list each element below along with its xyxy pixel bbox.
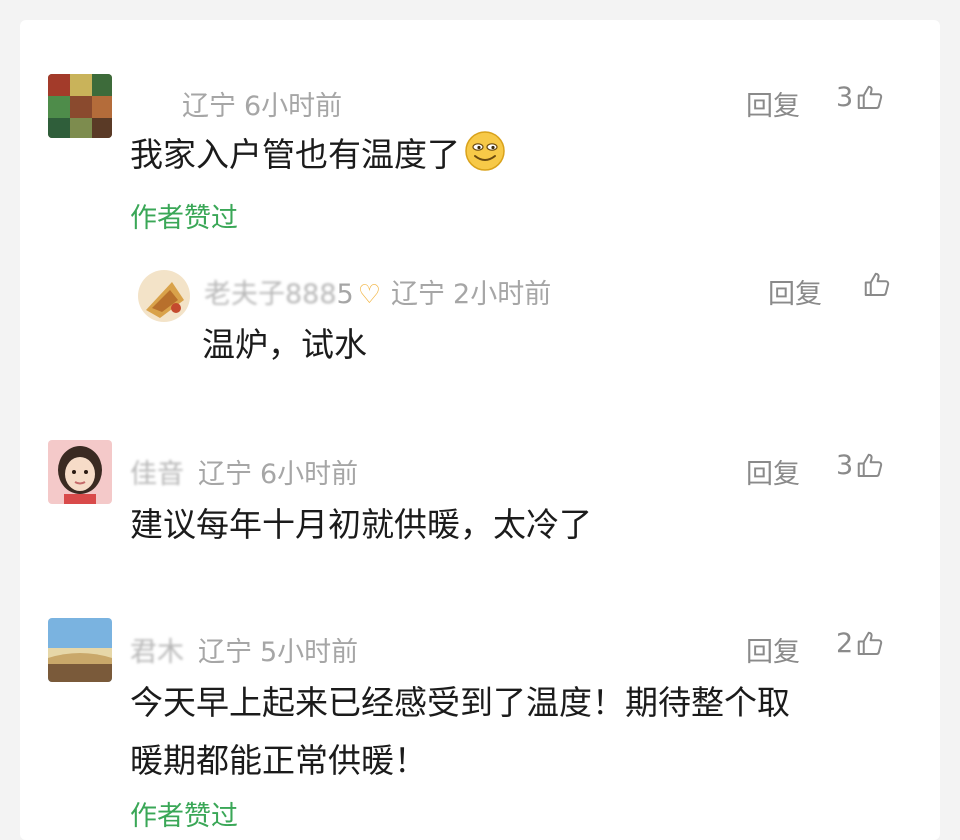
reply-meta: 老夫子8885 ♡ 辽宁 2小时前 [204, 272, 551, 311]
comment-list: 辽宁 6小时前 回复 3 我家入户管也有温度了 作者赞过 老夫子8885 ♡ 辽… [20, 20, 940, 840]
reply-username-suffix: 5 [336, 279, 354, 310]
comment-time: 5小时前 [260, 637, 359, 668]
like-button[interactable]: 2 [836, 628, 885, 659]
avatar[interactable] [48, 618, 112, 682]
like-count: 3 [836, 450, 854, 481]
comment-location: 辽宁 [198, 459, 252, 490]
thumbs-up-icon [855, 629, 885, 659]
comment-time: 6小时前 [244, 91, 343, 122]
reply-username-blurred[interactable]: 老夫子888 [204, 279, 337, 310]
thumbs-up-icon [855, 451, 885, 481]
reply-button[interactable]: 回复 [746, 630, 800, 669]
grinning-face-emoji-icon [464, 130, 506, 190]
like-count: 2 [836, 628, 854, 659]
avatar[interactable] [48, 440, 112, 504]
comment-time: 6小时前 [260, 459, 359, 490]
author-liked-label: 作者赞过 [130, 203, 238, 234]
comment-location: 辽宁 [198, 637, 252, 668]
comment-text: 建议每年十月初就供暖，太冷了 [130, 505, 592, 544]
like-button[interactable] [862, 270, 892, 300]
reply-time: 2小时前 [453, 279, 552, 310]
comment-text: 我家入户管也有温度了 [130, 126, 506, 190]
author-liked-label: 作者赞过 [130, 801, 238, 832]
reply-button[interactable]: 回复 [768, 272, 822, 311]
like-button[interactable]: 3 [836, 450, 885, 481]
comment-text-line1: 今天早上起来已经感受到了温度！期待整个取 [130, 683, 790, 722]
comment-username-blurred[interactable]: 君木 [130, 637, 184, 668]
thumbs-up-icon [855, 83, 885, 113]
comment-text-line2: 暖期都能正常供暖！ [130, 741, 427, 780]
comment-meta: 佳音 辽宁 6小时前 [130, 452, 358, 491]
comment-meta: 辽宁 6小时前 [182, 84, 342, 123]
reply-text: 温炉，试水 [202, 325, 367, 364]
reply-button[interactable]: 回复 [746, 84, 800, 123]
comment-text-content: 我家入户管也有温度了 [130, 135, 460, 174]
reply-button[interactable]: 回复 [746, 452, 800, 491]
like-count: 3 [836, 82, 854, 113]
thumbs-up-icon [862, 270, 892, 300]
comment-meta: 君木 辽宁 5小时前 [130, 630, 358, 669]
comment-location: 辽宁 [182, 91, 236, 122]
comment-username-blurred[interactable]: 佳音 [130, 459, 184, 490]
like-button[interactable]: 3 [836, 82, 885, 113]
heart-badge-icon: ♡ [357, 280, 382, 310]
avatar[interactable] [48, 74, 112, 138]
avatar[interactable] [138, 270, 190, 322]
reply-location: 辽宁 [391, 279, 446, 310]
